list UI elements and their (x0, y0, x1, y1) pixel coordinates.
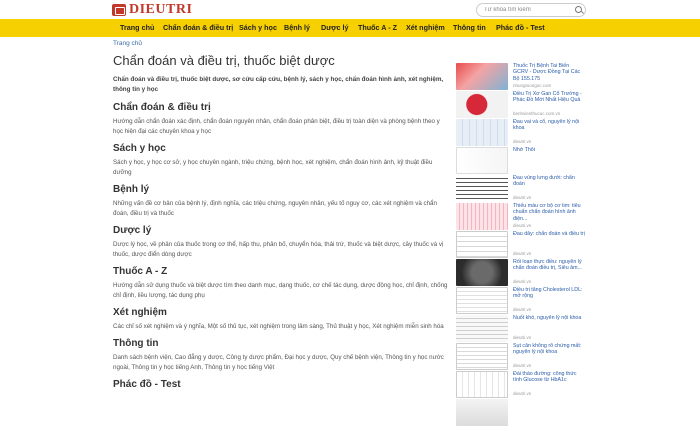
page-title: Chẩn đoán và điều trị, thuốc biệt dược (113, 53, 335, 68)
article-title[interactable]: Nhớ Thôi (513, 147, 585, 153)
article-thumbnail (456, 175, 508, 202)
related-article[interactable] (456, 399, 586, 426)
nav-item-medical-books[interactable]: Sách y học (239, 19, 277, 37)
related-article[interactable]: Đau dây: chẩn đoán và điều trị dieutri.v… (456, 231, 586, 258)
section-title-information[interactable]: Thông tin (113, 337, 448, 350)
article-title[interactable]: Nuốt khó, nguyên lý nội khoa (513, 315, 585, 321)
article-title[interactable]: Sụt cân không rõ chứng mất: nguyên lý nộ… (513, 343, 585, 356)
nav-item-information[interactable]: Thông tin (453, 19, 486, 37)
section-title-medical-books[interactable]: Sách y học (113, 142, 448, 155)
section-title-drugs-a-z[interactable]: Thuốc A - Z (113, 265, 448, 278)
article-source: dieutri.vn (513, 139, 532, 144)
article-source: dieutri.vn (513, 335, 532, 340)
top-header: DIEUTRI (0, 0, 700, 18)
article-title[interactable]: Điều Trị Xơ Gan Cổ Trướng - Phác Đồ Mới … (513, 91, 585, 104)
related-article[interactable]: Sụt cân không rõ chứng mất: nguyên lý nộ… (456, 343, 586, 370)
article-thumbnail (456, 259, 508, 286)
section-desc-diseases: Những vấn đề cơ bản của bệnh lý, định ng… (113, 200, 437, 217)
site-logo[interactable]: DIEUTRI (112, 2, 193, 17)
article-thumbnail (456, 63, 508, 90)
article-source: dieutri.vn (513, 307, 532, 312)
article-source: dieutri.vn (513, 391, 532, 396)
article-title[interactable]: Đái tháo đường: công thức tính Glucose t… (513, 371, 585, 384)
main-nav: Trang chủ Chẩn đoán & điều trị Sách y họ… (0, 19, 700, 37)
nav-item-pharmacology[interactable]: Dược lý (321, 19, 349, 37)
breadcrumb[interactable]: Trang chủ (113, 40, 142, 47)
logo-icon (112, 4, 126, 16)
article-thumbnail (456, 119, 508, 146)
article-title[interactable]: Thiếu máu cơ bộ cơ tim: tiêu chuẩn chẩn … (513, 203, 585, 222)
article-source: nhungtuongoc.com (513, 83, 552, 88)
section-title-pharmacology[interactable]: Dược lý (113, 224, 448, 237)
search-input[interactable] (476, 3, 586, 17)
section-title-protocol-test[interactable]: Phác đồ - Test (113, 378, 448, 391)
section-desc-pharmacology: Dược lý học, về phân của thuốc trong cơ … (113, 241, 444, 258)
article-thumbnail (456, 203, 508, 230)
article-thumbnail (456, 371, 508, 398)
article-thumbnail (456, 147, 508, 174)
nav-item-diseases[interactable]: Bệnh lý (284, 19, 310, 37)
article-thumbnail (456, 91, 508, 118)
related-article[interactable]: Thiếu máu cơ bộ cơ tim: tiêu chuẩn chẩn … (456, 203, 586, 230)
article-title[interactable]: Đau vai và cổ, nguyên lý nội khoa (513, 119, 585, 132)
intro-text: Chẩn đoán và điều trị, thuốc biệt dược, … (113, 76, 444, 93)
section-desc-diagnosis: Hướng dẫn chẩn đoán xác định, chẩn đoán … (113, 118, 440, 135)
section-desc-drugs-a-z: Hướng dẫn sử dụng thuốc và biệt dược tìm… (113, 282, 448, 299)
article-thumbnail (456, 287, 508, 314)
section-title-lab-tests[interactable]: Xét nghiệm (113, 306, 448, 319)
related-article[interactable]: Điều trị tăng Cholesterol LDL: mở rộng d… (456, 287, 586, 314)
related-article[interactable]: Thuốc Trị Bệnh Tai Biến GCRV - Dược Đồng… (456, 63, 586, 90)
article-thumbnail (456, 315, 508, 342)
article-title[interactable]: Đau dây: chẩn đoán và điều trị (513, 231, 585, 237)
related-articles-sidebar: Thuốc Trị Bệnh Tai Biến GCRV - Dược Đồng… (456, 63, 586, 427)
section-desc-medical-books: Sách y học, y học cơ sở, y học chuyên ng… (113, 159, 433, 176)
article-source: dieutri.vn (513, 363, 532, 368)
nav-item-protocol-test[interactable]: Phác đồ - Test (496, 19, 545, 37)
article-title[interactable]: Đau vùng lưng dưới: chẩn đoán (513, 175, 585, 188)
article-title[interactable]: Rối loạn thực điều: nguyên lý chẩn đoán … (513, 259, 585, 272)
article-source: dieutri.vn (513, 279, 532, 284)
related-article[interactable]: Điều Trị Xơ Gan Cổ Trướng - Phác Đồ Mới … (456, 91, 586, 118)
article-source: dieutri.vn (513, 223, 532, 228)
article-thumbnail (456, 343, 508, 370)
article-title[interactable]: Điều trị tăng Cholesterol LDL: mở rộng (513, 287, 585, 300)
nav-item-home[interactable]: Trang chủ (120, 19, 154, 37)
related-article[interactable]: Đái tháo đường: công thức tính Glucose t… (456, 371, 586, 398)
article-thumbnail (456, 399, 508, 426)
main-content: Chẩn đoán và điều trị, thuốc biệt dược C… (113, 53, 448, 396)
nav-item-diagnosis[interactable]: Chẩn đoán & điều trị (163, 19, 233, 37)
nav-item-drugs-a-z[interactable]: Thuốc A - Z (358, 19, 397, 37)
related-article[interactable]: Rối loạn thực điều: nguyên lý chẩn đoán … (456, 259, 586, 286)
search-icon[interactable] (575, 6, 582, 13)
section-desc-lab-tests: Các chỉ số xét nghiệm và ý nghĩa, Một số… (113, 323, 444, 330)
related-article[interactable]: Đau vai và cổ, nguyên lý nội khoa dieutr… (456, 119, 586, 146)
related-article[interactable]: Đau vùng lưng dưới: chẩn đoán dieutri.vn (456, 175, 586, 202)
nav-item-lab-tests[interactable]: Xét nghiệm (406, 19, 445, 37)
related-article[interactable]: Nhớ Thôi (456, 147, 586, 174)
article-thumbnail (456, 231, 508, 258)
section-desc-information: Danh sách bệnh viện, Cao đẳng y dược, Cô… (113, 354, 444, 371)
article-source: dieutri.vn (513, 195, 532, 200)
article-source: dieutri.vn (513, 251, 532, 256)
logo-text: DIEUTRI (129, 2, 193, 17)
article-title[interactable]: Thuốc Trị Bệnh Tai Biến GCRV - Dược Đồng… (513, 63, 585, 82)
section-title-diseases[interactable]: Bệnh lý (113, 183, 448, 196)
related-article[interactable]: Nuốt khó, nguyên lý nội khoa dieutri.vn (456, 315, 586, 342)
section-title-diagnosis[interactable]: Chẩn đoán & điều trị (113, 101, 448, 114)
article-source: benhvienthucuc.com.vn (513, 111, 561, 116)
